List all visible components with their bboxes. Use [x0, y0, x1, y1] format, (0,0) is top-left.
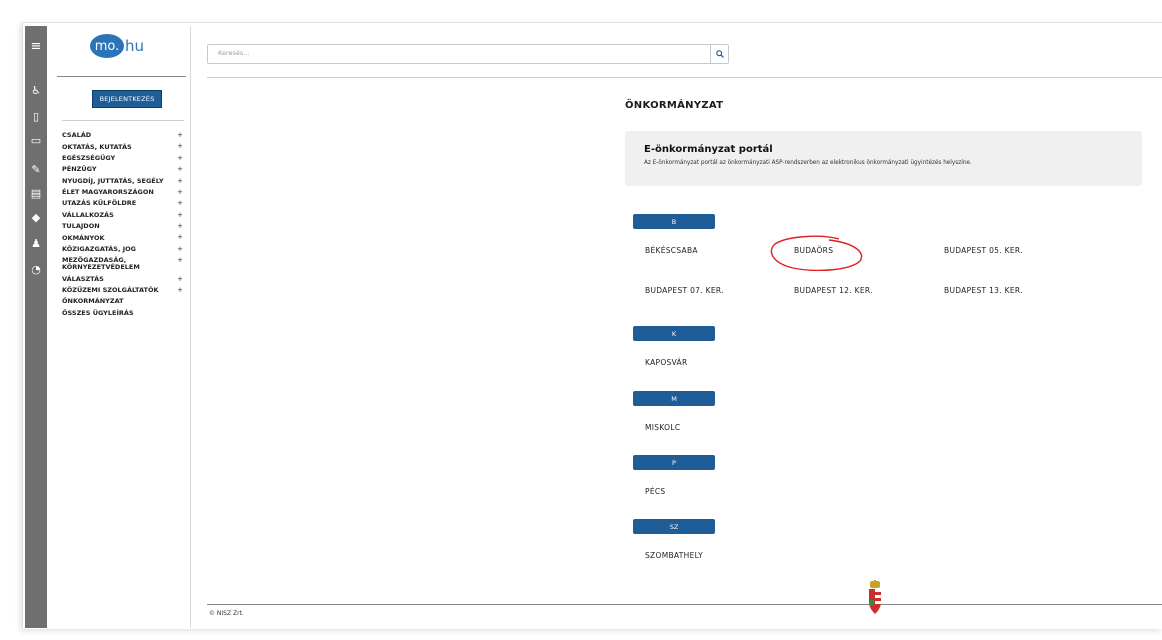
copyright: © NISZ Zrt. [209, 610, 244, 617]
letter-header: B [633, 214, 715, 229]
logo-mark: mo. [90, 34, 124, 58]
icon-bar: ≡ ♿ ▯ ▭ ✎ ▤ ◆ ♟ ◔ [25, 26, 47, 628]
users-icon[interactable]: ♟ [25, 237, 47, 251]
city-link[interactable]: BUDAPEST 07. KER. [645, 286, 724, 295]
sidebar-item[interactable]: MEZŐGAZDASÁG, KÖRNYEZETVÉDELEM + [62, 255, 187, 273]
expand-icon[interactable]: + [177, 245, 183, 253]
sidebar-item-label: CSALÁD [62, 131, 92, 140]
footer-divider [207, 604, 1162, 605]
expand-icon[interactable]: + [177, 234, 183, 241]
city-link[interactable]: BUDAPEST 05. KER. [944, 246, 1023, 255]
shield-icon[interactable]: ◆ [25, 211, 47, 225]
expand-icon[interactable]: + [177, 154, 183, 162]
sidebar-item-label: TULAJDON [62, 222, 100, 231]
sidebar-item[interactable]: TULAJDON + [62, 221, 187, 232]
sidebar-item-label: MEZŐGAZDASÁG, KÖRNYEZETVÉDELEM [62, 256, 140, 272]
sidebar-item[interactable]: PÉNZÜGY + [62, 164, 187, 175]
logo[interactable]: mo. hu [90, 33, 144, 59]
sidebar-item[interactable]: NYUGDÍJ, JUTTATÁS, SEGÉLY + [62, 176, 187, 187]
menu-icon[interactable]: ≡ [25, 40, 47, 54]
search-box[interactable]: Keresés... [207, 44, 729, 64]
sidebar-item-label: ÉLET MAGYARORSZÁGON [62, 188, 154, 197]
sidebar-item-label: VÁLLALKOZÁS [62, 210, 114, 219]
city-link[interactable]: SZOMBATHELY [645, 551, 703, 560]
highlight-circle [770, 235, 863, 271]
expand-icon[interactable]: + [177, 211, 183, 219]
sidebar-item-label: KÖZÜZEMI SZOLGÁLTATÓK [62, 286, 159, 295]
sidebar-item[interactable]: KÖZIGAZGATÁS, JOG + [62, 244, 187, 255]
login-button[interactable]: BEJELENTKEZÉS [92, 90, 162, 108]
sidebar-item[interactable]: CSALÁD + [62, 130, 187, 141]
sidebar-item[interactable]: UTAZÁS KÜLFÖLDRE + [62, 198, 187, 209]
sidebar-item-label: NYUGDÍJ, JUTTATÁS, SEGÉLY [62, 176, 164, 185]
sidebar-item-label: UTAZÁS KÜLFÖLDRE [62, 199, 137, 208]
city-link[interactable]: BUDAPEST 12. KER. [794, 286, 873, 295]
sidebar-item[interactable]: VÁLASZTÁS + [62, 274, 187, 285]
expand-icon[interactable]: + [177, 275, 183, 283]
search-icon[interactable] [710, 45, 728, 63]
sidebar-item[interactable]: ÖNKORMÁNYZAT [62, 296, 187, 307]
sidebar-item-label: OKMÁNYOK [62, 233, 105, 242]
expand-icon[interactable]: + [177, 132, 183, 139]
city-link[interactable]: MISKOLC [645, 423, 680, 432]
card-icon[interactable]: ▭ [25, 134, 47, 148]
expand-icon[interactable]: + [177, 143, 183, 150]
letter-header: K [633, 326, 715, 341]
document-icon[interactable]: ▯ [25, 110, 47, 124]
sidebar-item[interactable]: OKMÁNYOK + [62, 232, 187, 243]
city-link[interactable]: PÉCS [645, 487, 665, 496]
sidebar-item[interactable]: KÖZÜZEMI SZOLGÁLTATÓK + [62, 285, 187, 296]
sidebar-item[interactable]: EGÉSZSÉGÜGY + [62, 153, 187, 164]
expand-icon[interactable]: + [177, 286, 183, 294]
sidebar-item-label: VÁLASZTÁS [62, 274, 104, 283]
sidebar-item-label: OKTATÁS, KUTATÁS [62, 142, 132, 151]
sidebar-item[interactable]: ÖSSZES ÜGYLEÍRÁS [62, 308, 187, 319]
divider [62, 120, 184, 121]
wrench-icon[interactable]: ✎ [25, 163, 47, 177]
person-icon[interactable]: ♿ [25, 84, 47, 98]
sidebar-item-label: ÖNKORMÁNYZAT [62, 297, 124, 306]
info-icon[interactable]: ◔ [25, 263, 47, 277]
portal-box[interactable]: E-önkormányzat portál Az E-önkormányzat … [625, 131, 1142, 186]
browser-frame [22, 22, 1162, 629]
sidebar-item-label: KÖZIGAZGATÁS, JOG [62, 244, 136, 253]
expand-icon[interactable]: + [177, 257, 183, 264]
city-link[interactable]: BUDAPEST 13. KER. [944, 286, 1023, 295]
search-input[interactable]: Keresés... [218, 49, 249, 57]
letter-header: M [633, 391, 715, 406]
sidebar-item[interactable]: VÁLLALKOZÁS + [62, 210, 187, 221]
sidebar-item-label: ÖSSZES ÜGYLEÍRÁS [62, 308, 134, 317]
id-card-icon[interactable]: ▤ [25, 187, 47, 201]
sidebar-item-label: EGÉSZSÉGÜGY [62, 153, 116, 162]
city-link[interactable]: BÉKÉSCSABA [645, 246, 698, 255]
expand-icon[interactable]: + [177, 223, 183, 230]
sidebar-item-label: PÉNZÜGY [62, 165, 97, 174]
portal-title[interactable]: E-önkormányzat portál [644, 144, 773, 155]
sidebar-item[interactable]: OKTATÁS, KUTATÁS + [62, 141, 187, 152]
expand-icon[interactable]: + [177, 177, 183, 185]
divider [57, 76, 186, 77]
divider [207, 77, 1162, 78]
sidebar [47, 26, 191, 628]
sidebar-menu: CSALÁD + OKTATÁS, KUTATÁS + EGÉSZSÉGÜGY + PÉNZ… [62, 130, 187, 319]
coat-of-arms-icon [869, 580, 881, 614]
expand-icon[interactable]: + [177, 188, 183, 196]
city-link[interactable]: KAPOSVÁR [645, 358, 688, 367]
letter-header: SZ [633, 519, 715, 534]
sidebar-item[interactable]: ÉLET MAGYARORSZÁGON + [62, 187, 187, 198]
page-title: ÖNKORMÁNYZAT [625, 100, 724, 111]
letter-header: P [633, 455, 715, 470]
logo-suffix: hu [125, 37, 145, 55]
expand-icon[interactable]: + [177, 166, 183, 173]
portal-description: Az E-önkormányzat portál az önkormányzat… [644, 160, 972, 166]
expand-icon[interactable]: + [177, 200, 183, 207]
